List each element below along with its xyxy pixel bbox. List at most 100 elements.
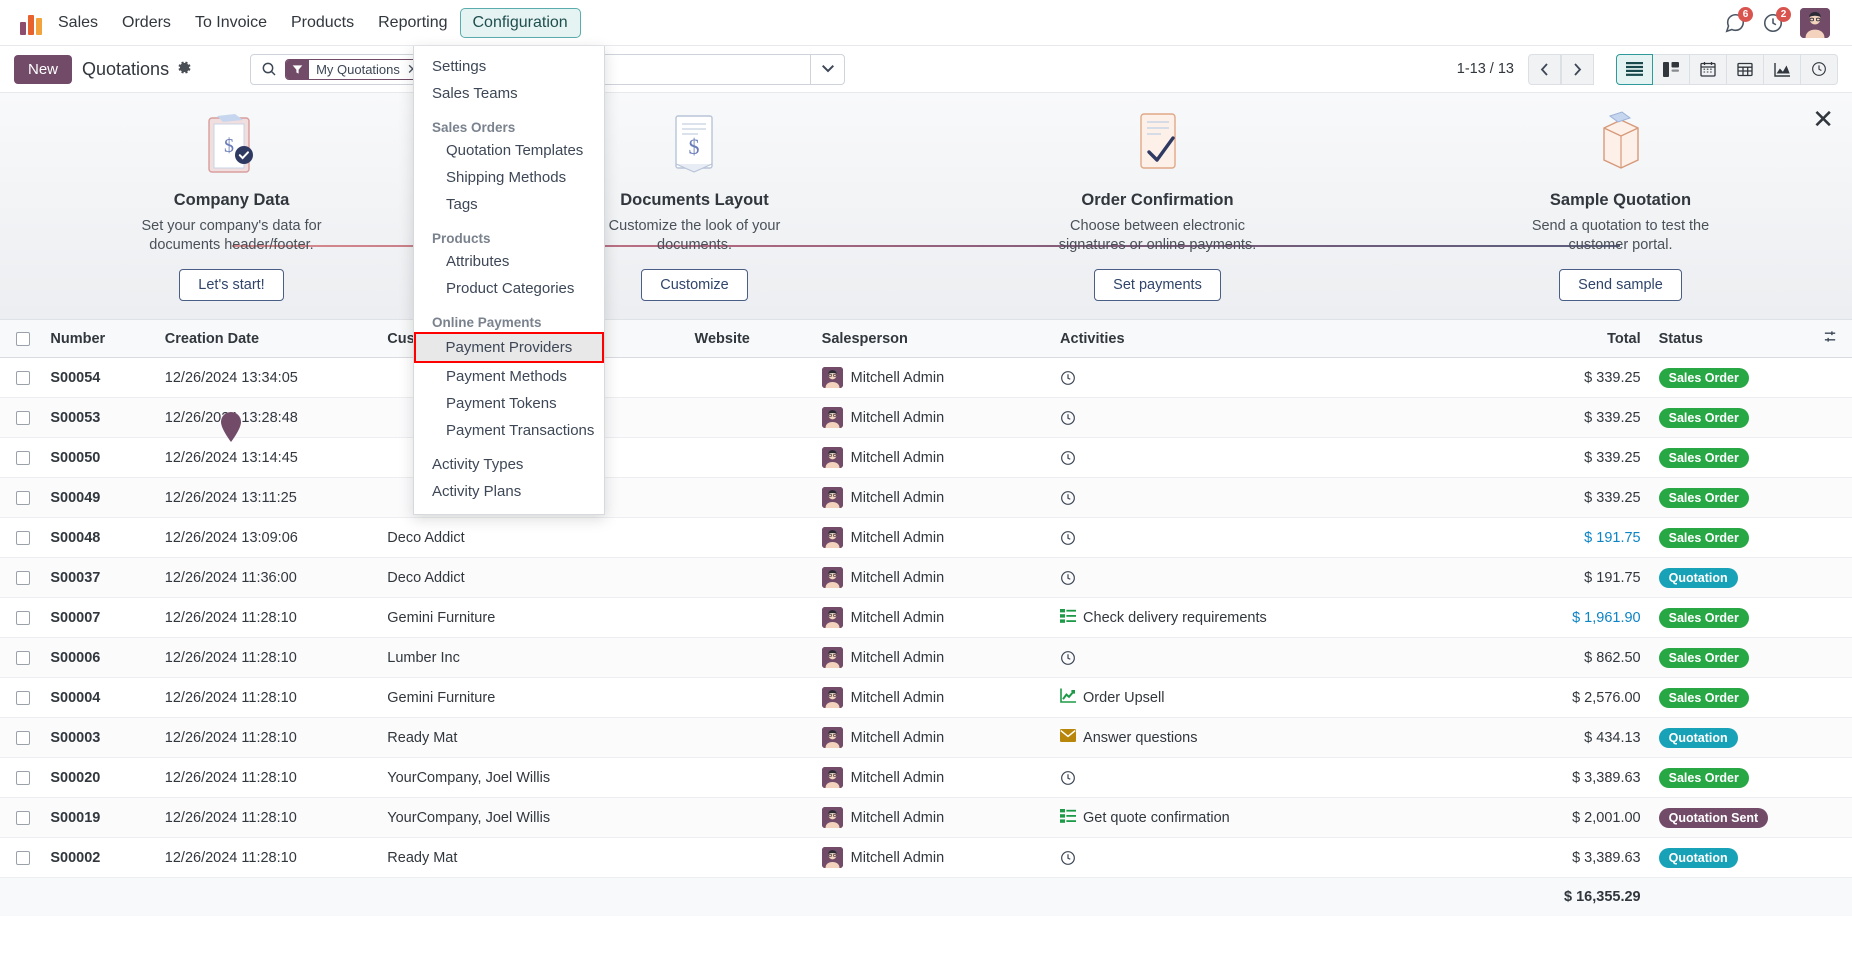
- cell-number[interactable]: S00004: [42, 677, 157, 719]
- nav-item-to-invoice[interactable]: To Invoice: [183, 9, 279, 37]
- table-row[interactable]: S00004 12/26/2024 11:28:10 Gemini Furnitur…: [0, 677, 1852, 719]
- clock-icon[interactable]: [1060, 450, 1076, 466]
- table-row[interactable]: S00006 12/26/2024 11:28:10 Lumber Inc Mitch…: [0, 637, 1852, 679]
- pager-next-button[interactable]: [1561, 53, 1594, 85]
- table-row[interactable]: S00019 12/26/2024 11:28:10 YourCompany, Jo…: [0, 797, 1852, 839]
- envelope-icon[interactable]: [1060, 729, 1077, 746]
- table-row[interactable]: S00003 12/26/2024 11:28:10 Ready Mat Mitche…: [0, 717, 1852, 759]
- row-checkbox[interactable]: [16, 370, 30, 385]
- row-checkbox[interactable]: [16, 730, 30, 745]
- column-settings-icon[interactable]: [1823, 331, 1838, 348]
- table-row[interactable]: S00049 12/26/2024 13:11:25 Mitchell Admin $…: [0, 477, 1852, 519]
- row-checkbox[interactable]: [16, 570, 30, 585]
- cell-number[interactable]: S00037: [42, 557, 157, 599]
- menu-item-settings[interactable]: Settings: [414, 53, 604, 80]
- row-checkbox[interactable]: [16, 610, 30, 625]
- clock-icon[interactable]: [1060, 370, 1076, 386]
- cell-number[interactable]: S00019: [42, 797, 157, 839]
- clock-icon[interactable]: [1060, 410, 1076, 426]
- customize-button[interactable]: Customize: [641, 269, 748, 302]
- todo-list-icon[interactable]: [1060, 608, 1077, 627]
- column-header-status[interactable]: Status: [1650, 320, 1810, 359]
- clock-icon[interactable]: [1060, 490, 1076, 506]
- cell-number[interactable]: S00003: [42, 717, 157, 759]
- lets-start-button[interactable]: Let's start!: [179, 269, 284, 302]
- menu-item-product-categories[interactable]: Product Categories: [414, 275, 604, 302]
- clock-icon[interactable]: [1060, 850, 1076, 866]
- menu-item-activity-types[interactable]: Activity Types: [414, 451, 604, 478]
- calendar-icon[interactable]: [1690, 53, 1727, 85]
- chart-up-icon[interactable]: [1060, 688, 1077, 707]
- menu-item-payment-methods[interactable]: Payment Methods: [414, 363, 604, 390]
- menu-item-payment-transactions[interactable]: Payment Transactions: [414, 417, 604, 444]
- nav-app-name[interactable]: Sales: [56, 9, 110, 37]
- column-header-total[interactable]: Total: [1518, 320, 1651, 359]
- row-checkbox[interactable]: [16, 490, 30, 505]
- row-checkbox[interactable]: [16, 410, 30, 425]
- menu-item-tags[interactable]: Tags: [414, 191, 604, 218]
- clock-icon[interactable]: [1060, 530, 1076, 546]
- close-icon[interactable]: ✕: [1812, 106, 1834, 132]
- menu-item-shipping-methods[interactable]: Shipping Methods: [414, 164, 604, 191]
- table-row[interactable]: S00020 12/26/2024 11:28:10 YourCompany, Jo…: [0, 757, 1852, 799]
- menu-item-activity-plans[interactable]: Activity Plans: [414, 478, 604, 505]
- row-checkbox[interactable]: [16, 690, 30, 705]
- odoo-logo[interactable]: [20, 11, 46, 35]
- table-row[interactable]: S00007 12/26/2024 11:28:10 Gemini Furnitur…: [0, 597, 1852, 639]
- pager-previous-button[interactable]: [1528, 53, 1561, 85]
- menu-item-attributes[interactable]: Attributes: [414, 248, 604, 275]
- column-header-activities[interactable]: Activities: [1052, 320, 1519, 359]
- table-row[interactable]: S00053 12/26/2024 13:28:48 Mitchell Admin $…: [0, 397, 1852, 439]
- set-payments-button[interactable]: Set payments: [1094, 269, 1221, 302]
- send-sample-button[interactable]: Send sample: [1559, 269, 1682, 302]
- clock-icon[interactable]: [1060, 770, 1076, 786]
- cell-number[interactable]: S00054: [42, 357, 157, 399]
- messages-icon[interactable]: 6: [1724, 6, 1753, 34]
- cell-number[interactable]: S00002: [42, 837, 157, 879]
- cell-number[interactable]: S00048: [42, 517, 157, 559]
- select-all-checkbox[interactable]: [16, 331, 30, 346]
- row-checkbox[interactable]: [16, 530, 30, 545]
- cell-number[interactable]: S00007: [42, 597, 157, 639]
- menu-item-quotation-templates[interactable]: Quotation Templates: [414, 137, 604, 164]
- todo-list-icon[interactable]: [1060, 808, 1077, 827]
- clock-icon[interactable]: [1801, 53, 1838, 85]
- nav-item-orders[interactable]: Orders: [110, 9, 183, 37]
- menu-item-sales-teams[interactable]: Sales Teams: [414, 80, 604, 107]
- nav-item-reporting[interactable]: Reporting: [366, 9, 459, 37]
- search-facet-my-quotations[interactable]: My Quotations ✕: [285, 58, 426, 80]
- clock-icon[interactable]: [1060, 650, 1076, 666]
- clock-icon[interactable]: [1060, 570, 1076, 586]
- table-row[interactable]: S00050 12/26/2024 13:14:45 Mitchell Admin $…: [0, 437, 1852, 479]
- row-checkbox[interactable]: [16, 850, 30, 865]
- new-record-button[interactable]: New: [14, 54, 73, 84]
- pivot-icon[interactable]: [1727, 53, 1764, 85]
- column-header-number[interactable]: Number: [42, 320, 157, 359]
- table-row[interactable]: S00048 12/26/2024 13:09:06 Deco Addict Mitc…: [0, 517, 1852, 559]
- column-header-creation-date[interactable]: Creation Date: [156, 320, 380, 359]
- gear-icon[interactable]: [177, 60, 192, 78]
- menu-item-payment-providers[interactable]: Payment Providers: [414, 332, 604, 363]
- table-row[interactable]: S00002 12/26/2024 11:28:10 Ready Mat Mitche…: [0, 837, 1852, 879]
- column-header-salesperson[interactable]: Salesperson: [813, 320, 1053, 359]
- nav-item-products[interactable]: Products: [279, 9, 366, 37]
- cell-number[interactable]: S00006: [42, 637, 157, 679]
- row-checkbox[interactable]: [16, 650, 30, 665]
- list-icon[interactable]: [1616, 53, 1653, 85]
- graph-icon[interactable]: [1764, 53, 1801, 85]
- cell-number[interactable]: S00049: [42, 477, 157, 519]
- column-header-website[interactable]: Website: [686, 320, 814, 359]
- cell-number[interactable]: S00050: [42, 437, 157, 479]
- menu-item-payment-tokens[interactable]: Payment Tokens: [414, 390, 604, 417]
- table-row[interactable]: S00054 12/26/2024 13:34:05 Mitchell Admin $…: [0, 357, 1852, 399]
- cell-number[interactable]: S00020: [42, 757, 157, 799]
- kanban-icon[interactable]: [1653, 53, 1690, 85]
- row-checkbox[interactable]: [16, 450, 30, 465]
- activities-clock-icon[interactable]: 2: [1762, 6, 1791, 34]
- row-checkbox[interactable]: [16, 810, 30, 825]
- table-row[interactable]: S00037 12/26/2024 11:36:00 Deco Addict Mitc…: [0, 557, 1852, 599]
- chevron-down-icon[interactable]: [810, 54, 844, 84]
- nav-item-configuration[interactable]: Configuration: [459, 7, 581, 38]
- cell-number[interactable]: S00053: [42, 397, 157, 439]
- row-checkbox[interactable]: [16, 770, 30, 785]
